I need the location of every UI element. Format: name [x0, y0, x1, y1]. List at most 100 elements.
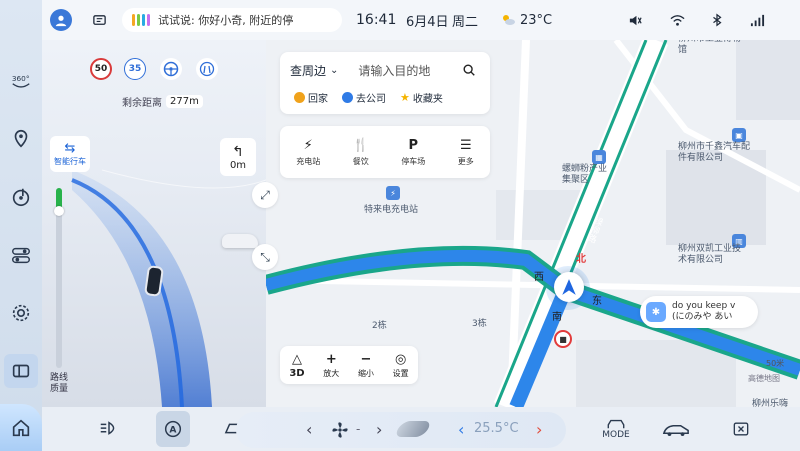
svg-text:360°: 360°	[12, 74, 30, 83]
fullscreen-expand-button[interactable]: ⤢	[252, 182, 278, 208]
category-parking-label: 停车场	[401, 156, 426, 166]
search-card: 查周边 ⌄ 请输入目的地 回家 去公司 ★ 收藏夹	[280, 52, 490, 114]
map-controls: △ 3D + 放大 − 缩小 ◎ 设置	[280, 346, 418, 384]
signal-icon	[750, 0, 765, 40]
3d-label: 3D	[289, 367, 305, 379]
voice-assistant-pill[interactable]: 试试说: 你好小奇, 附近的停	[122, 8, 342, 32]
route-quality-bar	[54, 188, 64, 368]
avatar[interactable]	[50, 9, 72, 31]
voice-hint-text: 试试说: 你好小奇, 附近的停	[158, 14, 294, 27]
star-icon: ★	[400, 91, 410, 104]
smart-drive-button[interactable]: ⇆ 智能行车	[50, 136, 90, 172]
temp-increase-button[interactable]: ›	[536, 420, 542, 439]
zoom-out-button[interactable]: − 缩小	[358, 352, 374, 379]
settings-button[interactable]	[4, 296, 38, 330]
map-label-luosifen: 螺蛳粉产业集聚区	[562, 164, 608, 185]
plus-icon: +	[325, 351, 337, 367]
category-charging[interactable]: ⚡ 充电站	[296, 138, 320, 167]
compass-west: 西	[534, 272, 544, 283]
music-button[interactable]	[4, 180, 38, 214]
quick-favorites[interactable]: ★ 收藏夹	[400, 90, 443, 105]
headlight-button[interactable]	[94, 407, 124, 451]
headlight-icon	[100, 421, 115, 435]
temp-decrease-button[interactable]: ‹	[458, 420, 464, 439]
auto-hold-button[interactable]: A	[156, 411, 190, 447]
category-food-label: 餐饮	[352, 156, 369, 166]
poi-charging-icon[interactable]: ⚡	[386, 186, 400, 200]
map-label-parts: 柳州市千鑫汽车配件有限公司	[678, 142, 751, 163]
search-icon[interactable]	[462, 63, 476, 77]
fan-increase-button[interactable]: ›	[376, 420, 382, 439]
voice-wave-icon	[132, 14, 152, 26]
search-input[interactable]: 请输入目的地	[358, 62, 462, 79]
turn-instruction: ↰ 0m	[220, 138, 256, 176]
lyrics: do you keep v (にのみや あい	[672, 301, 735, 323]
bluetooth-icon	[710, 0, 724, 40]
quick-company-label: 去公司	[356, 94, 386, 105]
car-side-icon	[662, 424, 689, 436]
parking-icon: P	[408, 137, 419, 153]
360-view-button[interactable]: 360°	[4, 64, 38, 98]
route-quality-knob	[54, 206, 64, 216]
zoom-in-button[interactable]: + 放大	[323, 352, 339, 379]
gear-icon	[12, 304, 30, 322]
drive-mode-button[interactable]: MODE	[596, 407, 636, 451]
category-more[interactable]: ☰ 更多	[458, 138, 474, 167]
wifi-icon	[670, 0, 685, 40]
swap-arrows-icon: ⇆	[64, 141, 76, 156]
turn-distance: 0m	[229, 159, 247, 171]
lightning-icon: ⚡	[303, 137, 313, 153]
lyrics-line-1: do you keep v	[672, 301, 736, 311]
left-rail: 360°	[0, 0, 42, 451]
weekday: 周二	[452, 14, 479, 30]
company-pin-icon	[342, 92, 353, 103]
climate-bar: ‹ - › ‹ 25.5°C ›	[236, 412, 566, 448]
other-car	[222, 234, 258, 248]
car-mode-icon	[607, 419, 625, 429]
auto-hold-icon: A	[164, 420, 182, 438]
status-bar: 试试说: 你好小奇, 附近的停 16:41 6月4日 周二 23°C	[42, 0, 800, 40]
music-subtitle-pill[interactable]: ✱ do you keep v (にのみや あい	[640, 296, 758, 328]
camera-warning-icon: ■	[554, 330, 572, 348]
split-screen-icon	[12, 364, 30, 378]
smart-drive-label: 智能行车	[54, 157, 86, 166]
cabin-temperature: 25.5°C	[474, 421, 519, 436]
category-card: ⚡ 充电站 🍴 餐饮 P 停车场 ☰ 更多	[280, 126, 490, 178]
quick-company[interactable]: 去公司	[342, 90, 386, 105]
map-settings-button[interactable]: ◎ 设置	[393, 352, 409, 379]
user-icon	[55, 15, 67, 27]
message-icon	[93, 14, 106, 25]
compass-north: 北	[576, 254, 586, 265]
volume-icon[interactable]	[628, 0, 643, 40]
partly-cloudy-icon	[503, 15, 515, 25]
shrink-button[interactable]: ⤡	[252, 244, 278, 270]
vehicle-button[interactable]	[658, 407, 694, 451]
toggle-switches-icon	[12, 247, 30, 264]
3d-toggle-button[interactable]: △ 3D	[289, 352, 304, 379]
zoom-out-label: 缩小	[357, 368, 374, 378]
category-parking[interactable]: P 停车场	[401, 138, 425, 167]
cutlery-icon: 🍴	[352, 137, 369, 153]
controls-button[interactable]	[4, 238, 38, 272]
lyrics-line-2: (にのみや あい	[672, 312, 733, 322]
poi-building-icon[interactable]: ▦	[592, 150, 606, 164]
home-button[interactable]	[0, 404, 42, 451]
fan-decrease-button[interactable]: ‹	[306, 420, 312, 439]
quick-home[interactable]: 回家	[294, 90, 328, 105]
map-label-museum: 柳州市工业博物馆	[678, 40, 741, 55]
quick-home-label: 回家	[308, 94, 328, 105]
360-view-icon: 360°	[12, 74, 30, 88]
map-label-building-3: 3栋	[472, 319, 487, 329]
chevron-down-icon: ⌄	[330, 64, 339, 76]
navigation-button[interactable]	[4, 122, 38, 156]
messages-button[interactable]	[92, 0, 107, 40]
driving-assist-panel: 50 35 剩余距离 277m ⇆ 智能行车 ↰ 0m 路线质量	[42, 40, 266, 407]
poi-car-icon[interactable]: ▣	[732, 128, 746, 142]
category-food[interactable]: 🍴 餐饮	[353, 138, 369, 167]
split-screen-button[interactable]	[4, 354, 38, 388]
map-scale: 50米	[766, 359, 785, 368]
airflow-icon	[393, 421, 433, 437]
search-scope-dropdown[interactable]: 查周边 ⌄	[290, 62, 338, 79]
close-screen-button[interactable]	[726, 407, 756, 451]
map-settings-label: 设置	[392, 368, 409, 378]
